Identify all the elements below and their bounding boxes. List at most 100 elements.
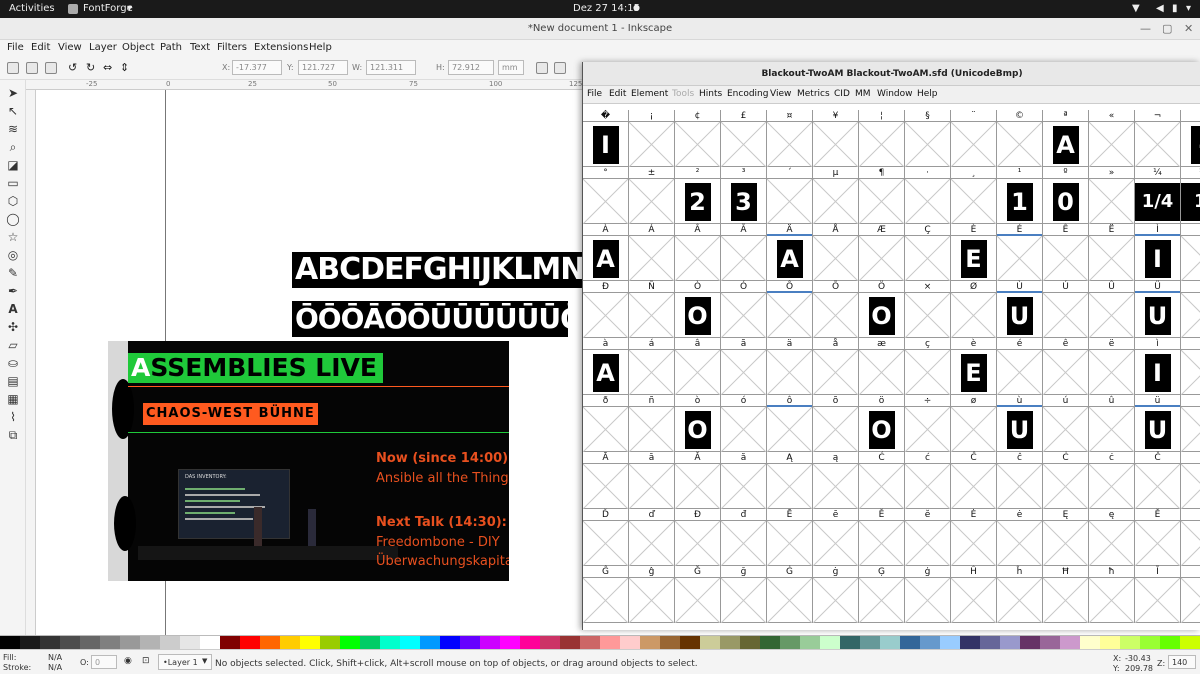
color-swatch[interactable]	[260, 636, 280, 650]
glyph-cell[interactable]: ą	[813, 452, 859, 509]
glyph-strip-uppercase[interactable]: ABCDEFGHIJKLMN	[292, 252, 584, 288]
color-swatch[interactable]	[880, 636, 900, 650]
y-field[interactable]: 121.727	[298, 60, 348, 75]
3d-box-tool-icon[interactable]: ⬡	[6, 194, 20, 208]
glyph-cell[interactable]: ¥	[813, 110, 859, 167]
glyph-cell[interactable]: å	[813, 338, 859, 395]
glyph-cell[interactable]: --	[1181, 110, 1200, 167]
glyph-cell[interactable]: ê	[1043, 338, 1089, 395]
glyph-cell[interactable]: ć	[905, 452, 951, 509]
minimize-icon[interactable]: —	[1140, 18, 1151, 40]
color-swatch[interactable]	[100, 636, 120, 650]
select-all-icon[interactable]	[7, 62, 19, 74]
glyph-cell[interactable]: ĉ	[997, 452, 1043, 509]
color-swatch[interactable]	[900, 636, 920, 650]
ff-menu-tools[interactable]: Tools	[672, 89, 694, 99]
glyph-cell[interactable]: £	[721, 110, 767, 167]
glyph-cell[interactable]: ę	[1089, 509, 1135, 566]
glyph-cell[interactable]: đ	[721, 509, 767, 566]
fill-value[interactable]: N/A	[48, 653, 62, 662]
color-swatch[interactable]	[780, 636, 800, 650]
ff-menu-hints[interactable]: Hints	[699, 89, 722, 99]
glyph-cell[interactable]: é	[997, 338, 1043, 395]
glyph-cell[interactable]: Ă	[675, 452, 721, 509]
menu-text[interactable]: Text	[190, 42, 210, 53]
glyph-cell[interactable]: Ď	[583, 509, 629, 566]
menu-layer[interactable]: Layer	[89, 42, 117, 53]
rectangle-tool-icon[interactable]: ▭	[6, 176, 20, 190]
system-menu-icon[interactable]: ▾	[1186, 3, 1191, 14]
color-swatch[interactable]	[480, 636, 500, 650]
glyph-cell[interactable]: Ē	[767, 509, 813, 566]
glyph-cell[interactable]: ½ 1/	[1181, 167, 1200, 224]
glyph-cell[interactable]: â	[675, 338, 721, 395]
stroke-value[interactable]: N/A	[48, 663, 62, 672]
ff-menu-help[interactable]: Help	[917, 89, 938, 99]
glyph-cell[interactable]: ğ	[721, 566, 767, 623]
color-swatch[interactable]	[640, 636, 660, 650]
glyph-cell[interactable]: Æ	[859, 224, 905, 281]
glyph-cell[interactable]: Ĉ	[951, 452, 997, 509]
glyph-cell[interactable]: Û	[1089, 281, 1135, 338]
color-swatch[interactable]	[200, 636, 220, 650]
color-swatch[interactable]	[760, 636, 780, 650]
color-swatch[interactable]	[340, 636, 360, 650]
glyph-cell[interactable]: Á	[629, 224, 675, 281]
glyph-cell[interactable]: ä	[767, 338, 813, 395]
glyph-cell[interactable]: ĥ	[997, 566, 1043, 623]
glyph-cell[interactable]: ė	[997, 509, 1043, 566]
color-swatch[interactable]	[940, 636, 960, 650]
glyph-cell[interactable]: ā	[629, 452, 675, 509]
glyph-cell[interactable]: ¸	[951, 167, 997, 224]
glyph-cell[interactable]: Õ	[813, 281, 859, 338]
spray-tool-icon[interactable]: ✣	[6, 320, 20, 334]
glyph-cell[interactable]: Ã	[721, 224, 767, 281]
battery-icon[interactable]: ▮	[1172, 3, 1178, 14]
glyph-cell[interactable]: ċ	[1089, 452, 1135, 509]
color-swatch[interactable]	[1100, 636, 1120, 650]
measure-tool-icon[interactable]: ◪	[6, 158, 20, 172]
wifi-icon[interactable]: ▼	[1132, 3, 1140, 14]
glyph-cell[interactable]: ¦	[859, 110, 905, 167]
glyph-cell[interactable]: Ó	[721, 281, 767, 338]
glyph-cell[interactable]: Ĩ	[1135, 566, 1181, 623]
glyph-cell[interactable]: §	[905, 110, 951, 167]
ff-menu-mm[interactable]: MM	[855, 89, 871, 99]
glyph-cell[interactable]: ¨	[951, 110, 997, 167]
glyph-cell[interactable]: àA	[583, 338, 629, 395]
embedded-stream-photo[interactable]: ASSEMBLIES LIVE CHAOS-WEST BÜHNE DAS INV…	[108, 341, 509, 581]
select-all-layers-icon[interactable]	[26, 62, 38, 74]
menu-help[interactable]: Help	[309, 42, 332, 53]
glyph-cell[interactable]: É	[997, 224, 1043, 281]
glyph-cell[interactable]: ú	[1043, 395, 1089, 452]
glyph-cell[interactable]: û	[1089, 395, 1135, 452]
color-swatch[interactable]	[1180, 636, 1200, 650]
maximize-icon[interactable]: ▢	[1162, 18, 1172, 40]
glyph-cell[interactable]: Ĝ	[583, 566, 629, 623]
color-swatch[interactable]	[800, 636, 820, 650]
color-swatch[interactable]	[1040, 636, 1060, 650]
ellipse-tool-icon[interactable]: ◯	[6, 212, 20, 226]
zoom-tool-icon[interactable]: ⌕	[6, 140, 20, 154]
pencil-tool-icon[interactable]: ✎	[6, 266, 20, 280]
hide-layer-icon[interactable]: ◉	[124, 656, 132, 666]
glyph-cell[interactable]: ã	[721, 338, 767, 395]
color-swatch[interactable]	[1020, 636, 1040, 650]
glyph-cell[interactable]: ¡	[629, 110, 675, 167]
glyph-cell[interactable]: ×	[905, 281, 951, 338]
glyph-cell[interactable]: æ	[859, 338, 905, 395]
glyph-cell[interactable]: ĕ	[905, 509, 951, 566]
glyph-cell[interactable]: ©	[997, 110, 1043, 167]
star-tool-icon[interactable]: ☆	[6, 230, 20, 244]
glyph-cell[interactable]: µ	[813, 167, 859, 224]
glyph-cell[interactable]: ĝ	[629, 566, 675, 623]
color-swatch[interactable]	[820, 636, 840, 650]
glyph-cell[interactable]: ¼ 1/4	[1135, 167, 1181, 224]
color-swatch[interactable]	[660, 636, 680, 650]
color-swatch[interactable]	[980, 636, 1000, 650]
glyph-cell[interactable]: č	[1181, 452, 1200, 509]
glyph-cell[interactable]: èE	[951, 338, 997, 395]
glyph-cell[interactable]: ÖO	[859, 281, 905, 338]
glyph-cell[interactable]: ý	[1181, 395, 1200, 452]
color-swatch[interactable]	[500, 636, 520, 650]
